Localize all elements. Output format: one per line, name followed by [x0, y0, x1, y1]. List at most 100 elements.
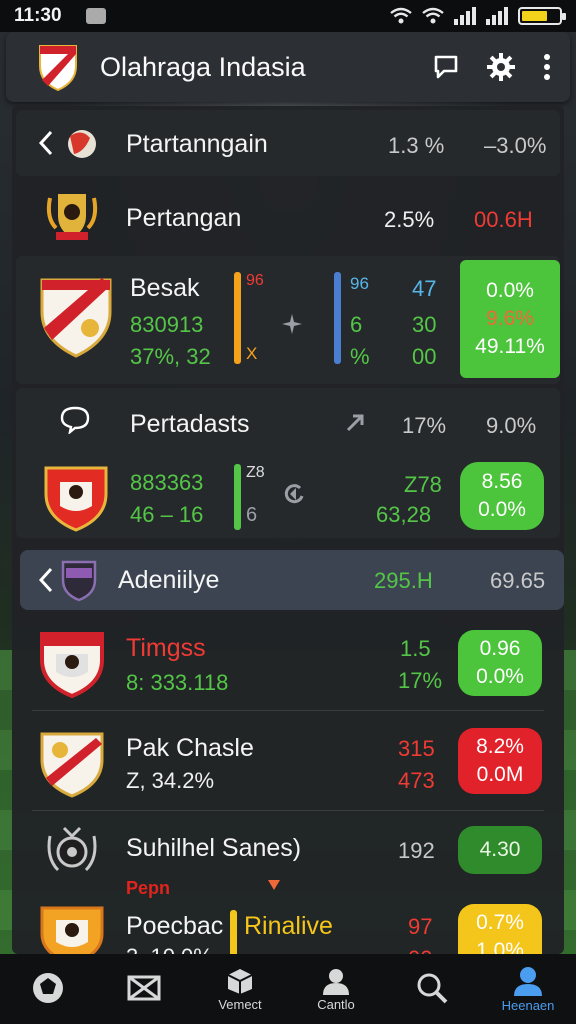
arrow-icon — [346, 414, 364, 432]
odds-value: 49.11% — [475, 335, 545, 358]
team-shield-icon — [40, 278, 112, 358]
row-title: Besak — [130, 274, 200, 302]
stat-value: 192 — [398, 838, 435, 863]
odds-pill[interactable]: 0.96 0.0% — [458, 630, 542, 696]
row-subvalue: 8: 333.118 — [126, 670, 229, 695]
stat-label: 6 — [246, 504, 258, 526]
list-item[interactable]: Pepn Poecbac 3. 10.0% Rinalive 97 00 0.7… — [12, 876, 564, 954]
row-title: Pertadasts — [130, 410, 250, 438]
app-title: Olahraga Indasia — [100, 51, 306, 82]
profile-icon — [514, 966, 542, 996]
marker-icon — [268, 880, 280, 890]
stat-label: 96 — [350, 274, 369, 293]
chevron-left-icon[interactable] — [38, 130, 54, 156]
row-title: Poecbac — [126, 912, 224, 940]
team-shield-icon — [40, 732, 104, 798]
team-badge-icon — [68, 130, 96, 158]
odds-value: 8.56 — [481, 470, 523, 493]
shield-outline-icon — [61, 560, 97, 602]
signal-icon — [454, 7, 476, 25]
list-item[interactable]: Pertadasts 17% 9.0% 883363 46 – 16 Z8 6 … — [16, 388, 560, 538]
odds-value: 0.0M — [476, 763, 524, 786]
row-title: Adeniilye — [118, 566, 220, 594]
nav-label: Cantlo — [317, 996, 355, 1012]
row-title: Pak Chasle — [126, 734, 254, 762]
odds-value: 1.0% — [476, 939, 524, 954]
row-value: 00.6H — [474, 207, 533, 232]
ball-icon — [33, 973, 63, 1003]
nav-item-heenaen[interactable]: Heenaen — [483, 966, 573, 1013]
user-icon — [323, 968, 349, 995]
battery-icon — [518, 7, 566, 25]
row-title: Ptartanngain — [126, 130, 268, 158]
stat-value: 00 — [412, 344, 437, 369]
row-subvalue: 37%, 32 — [130, 344, 211, 369]
odds-value: 4.30 — [479, 838, 521, 861]
chevron-left-icon[interactable] — [38, 567, 54, 593]
stat-bar — [234, 272, 241, 364]
signal-icon-2 — [486, 7, 508, 25]
stat-label: % — [350, 344, 370, 369]
nav-item-stadium[interactable] — [99, 973, 189, 1005]
odds-value: 0.0% — [486, 279, 534, 302]
team-shield-icon — [40, 906, 104, 954]
bottom-navigation: Vemect Cantlo Heenaen — [0, 954, 576, 1024]
nav-item-vemect[interactable]: Vemect — [195, 967, 285, 1012]
stat-value: 63,28 — [376, 502, 432, 527]
row-label: Rinalive — [244, 912, 333, 940]
odds-value: 9.6% — [486, 307, 534, 330]
stat-value: 30 — [412, 312, 437, 337]
refresh-icon — [284, 484, 304, 504]
odds-pill[interactable]: 8.56 0.0% — [460, 462, 544, 530]
wifi-icon — [390, 7, 412, 24]
odds-pill[interactable]: 0.0% 9.6% 49.11% — [460, 260, 560, 378]
row-value: 69.65 — [490, 568, 546, 593]
more-vertical-icon[interactable] — [542, 53, 552, 81]
stat-bar — [230, 910, 237, 954]
row-divider — [32, 710, 544, 711]
stat-label: X — [246, 344, 258, 363]
odds-value: 0.96 — [479, 637, 521, 660]
list-item[interactable]: Pak Chasle Z, 34.2% 315 473 8.2% 0.0M — [12, 714, 564, 810]
row-subvalue: Z, 34.2% — [126, 768, 215, 793]
stat-value: 315 — [398, 736, 435, 761]
odds-pill[interactable]: 8.2% 0.0M — [458, 728, 542, 794]
nav-item-cantlo[interactable]: Cantlo — [291, 967, 381, 1012]
row-title: Pertangan — [126, 204, 242, 232]
match-list-panel: Ptartanngain 1.3 % –3.0% Pertangan 2.5% … — [12, 106, 564, 954]
list-item[interactable]: Ptartanngain 1.3 % –3.0% — [16, 110, 560, 176]
status-time: 11:30 — [14, 5, 62, 26]
stat-value: 00 — [408, 946, 432, 954]
list-item[interactable]: Besak 830913 37%, 32 96 X 96 6 % 47 30 0… — [16, 256, 560, 384]
row-subvalue: 883363 — [130, 470, 204, 495]
stadium-icon — [127, 975, 161, 1001]
chat-bubble-icon — [60, 406, 90, 434]
row-subvalue: 46 – 16 — [130, 502, 204, 527]
stat-label: Z8 — [246, 464, 265, 481]
stat-value: Z78 — [404, 472, 442, 497]
row-tag: Pepn — [126, 878, 171, 898]
team-shield-icon — [40, 632, 104, 698]
nav-item-home[interactable] — [3, 970, 93, 1008]
nav-label: Vemect — [218, 996, 262, 1012]
row-value: 9.0% — [486, 413, 537, 438]
odds-pill[interactable]: 0.7% 1.0% — [458, 904, 542, 954]
row-value: 17% — [402, 413, 447, 438]
odds-value: 0.0% — [476, 665, 524, 688]
row-subvalue: 830913 — [130, 312, 204, 337]
odds-pill[interactable]: 4.30 — [458, 826, 542, 874]
team-crest-icon — [47, 826, 97, 872]
row-value: –3.0% — [484, 133, 547, 158]
sparkle-icon — [282, 314, 302, 334]
list-item[interactable]: Timgss 8: 333.118 1.5 17% 0.96 0.0% — [12, 616, 564, 708]
search-icon — [417, 973, 448, 1004]
row-divider — [32, 810, 544, 811]
box-icon — [227, 968, 253, 994]
stat-value: 47 — [412, 276, 437, 301]
chat-icon[interactable] — [432, 53, 460, 81]
list-item[interactable]: Pertangan 2.5% 00.6H — [12, 182, 564, 252]
settings-gear-icon[interactable] — [486, 52, 516, 82]
row-value: 1.3 % — [388, 133, 445, 158]
nav-item-search[interactable] — [387, 972, 477, 1006]
list-item-selected[interactable]: Adeniilye 295.H 69.65 — [20, 550, 564, 610]
